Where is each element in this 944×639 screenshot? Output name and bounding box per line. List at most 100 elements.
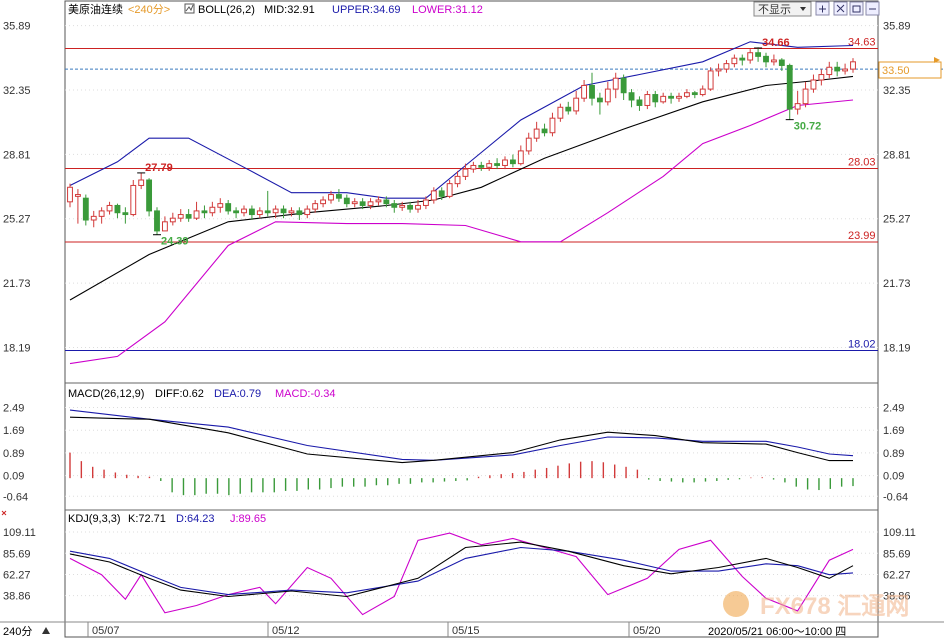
candle-body (177, 214, 184, 219)
annotation-label: 27.79 (145, 162, 173, 174)
candle-body (446, 183, 453, 197)
candle-body (525, 137, 532, 152)
candle-body (723, 63, 730, 70)
candle-body (399, 204, 406, 208)
x-date-label: 05/20 (633, 625, 661, 637)
y-tick-right: 21.73 (883, 278, 911, 290)
display-toggle-button[interactable]: 不显示 (753, 1, 812, 17)
chart-window: 34.63 28.03 23.99 18.02 27.79 24.39 34.66 30.7… (0, 0, 944, 639)
candle-body (699, 88, 706, 96)
candle-body (169, 217, 176, 223)
candle-body (82, 197, 89, 221)
candle-body (533, 128, 540, 139)
close-pane-icon[interactable] (1, 510, 7, 516)
candle-body (794, 103, 801, 110)
candle-body (620, 77, 627, 94)
candle-body (596, 97, 603, 103)
candlesticks (67, 47, 856, 235)
y-tick-left: 85.69 (3, 548, 31, 560)
y-tick-left: 32.35 (3, 85, 31, 97)
candle-body (502, 159, 508, 166)
candle-body (691, 92, 698, 96)
macd-name: MACD(26,12,9) (68, 388, 144, 400)
kdj-k-value: K:72.71 (128, 513, 166, 525)
candle-body (264, 210, 271, 214)
candle-body (644, 94, 651, 106)
horizontal-levels: 34.63 28.03 23.99 18.02 (65, 37, 878, 352)
candle-body (98, 210, 105, 217)
x-date-label: 05/12 (272, 625, 300, 637)
y-tick-left: 25.27 (3, 214, 31, 226)
candle-body (351, 201, 358, 205)
candle-body (660, 95, 667, 103)
candle-body (296, 210, 303, 216)
candle-body (67, 186, 73, 203)
candle-body (462, 168, 469, 177)
candle-body (407, 204, 414, 210)
zoom-icon[interactable] (849, 1, 864, 16)
candle-body (842, 68, 849, 72)
y-tick-right: 32.35 (883, 85, 911, 97)
candle-body (612, 77, 619, 90)
price-tag: 33.50 (878, 57, 942, 79)
x-date-label: 05/15 (452, 625, 480, 637)
y-tick-left: -0.64 (3, 491, 28, 503)
candle-body (683, 92, 690, 97)
boll-lower-value: LOWER:31.12 (412, 4, 483, 16)
y-tick-right: 18.19 (883, 342, 911, 354)
candle-body (676, 95, 682, 99)
price-tag-label: 33.50 (882, 65, 910, 77)
y-tick-right: 35.89 (883, 21, 911, 33)
time-range: 2020/05/21 06:00～10:00 四 (708, 626, 846, 638)
candle-body (770, 59, 777, 63)
candle-body (517, 150, 524, 165)
chart-canvas: 34.63 28.03 23.99 18.02 27.79 24.39 34.66 30.7… (0, 0, 944, 638)
candle-body (438, 190, 445, 197)
candle-body (241, 208, 247, 214)
watermark-text: FX678 汇通网 (760, 593, 909, 620)
candle-body (628, 92, 635, 101)
y-tick-left: 62.27 (3, 569, 31, 581)
level-label: 23.99 (848, 230, 876, 242)
period-up-icon[interactable] (42, 627, 50, 634)
candle-body (209, 206, 216, 214)
level-label: 34.63 (848, 37, 876, 49)
candle-body (146, 179, 153, 212)
candle-body (154, 210, 160, 232)
candle-body (304, 208, 311, 216)
candle-body (280, 208, 287, 214)
candle-body (739, 57, 746, 61)
candle-body (818, 74, 825, 81)
candle-body (272, 208, 279, 214)
kdj-d-line (69, 546, 854, 596)
toolbar-icons (815, 1, 880, 16)
candle-body (486, 163, 493, 168)
candle-body (185, 214, 192, 219)
y-tick-right: 1.69 (883, 425, 904, 437)
candle-body (731, 57, 738, 65)
y-tick-left: 0.89 (3, 448, 24, 460)
candle-body (335, 194, 342, 199)
candle-body (715, 68, 722, 72)
candle-body (320, 199, 327, 205)
candle-body (130, 184, 137, 216)
candle-body (415, 204, 421, 210)
y-tick-right: 2.49 (883, 403, 904, 415)
kdj-j-value: J:89.65 (230, 513, 266, 525)
candle-body (256, 210, 263, 216)
candle-body (430, 190, 437, 201)
indicator-icon-glyph (185, 4, 194, 12)
y-tick-left: 1.69 (3, 425, 24, 437)
candle-body (312, 203, 319, 210)
y-tick-left: 0.09 (3, 471, 24, 483)
period-label[interactable]: <240分> (128, 3, 170, 16)
period-button[interactable]: 240分 (3, 625, 32, 638)
y-axis-left: 35.89 32.35 28.81 25.27 21.73 18.19 2.49 1.69 0.… (3, 21, 36, 603)
candle-body (589, 84, 595, 99)
candle-body (288, 210, 295, 214)
candle-body (343, 197, 350, 205)
candle-body (375, 199, 382, 203)
y-tick-left: 2.49 (3, 403, 24, 415)
x-axis-labels: 05/07 05/12 05/15 05/20 (87, 622, 661, 637)
y-tick-left: 109.11 (3, 527, 36, 539)
